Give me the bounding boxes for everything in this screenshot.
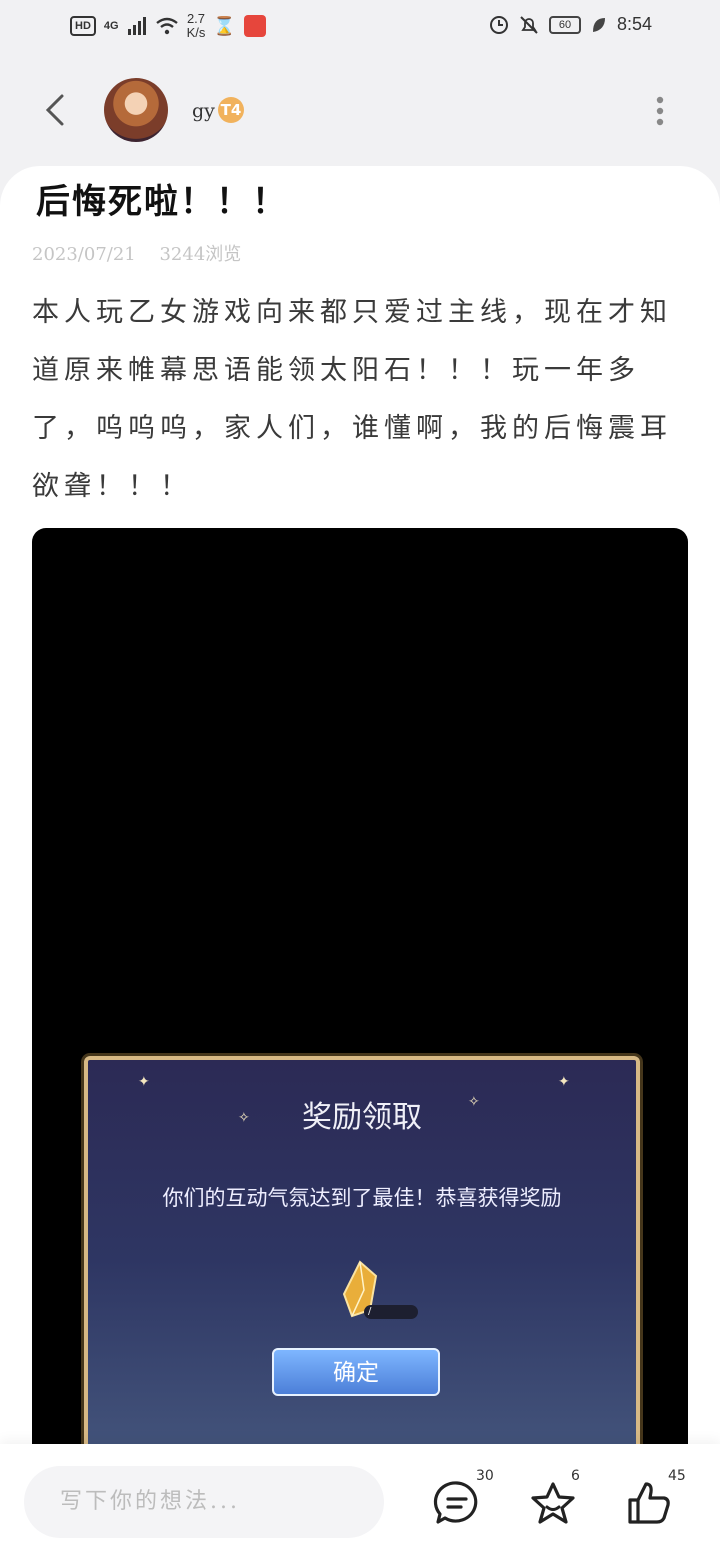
network-indicator: 4G — [103, 20, 119, 32]
wifi-icon — [155, 17, 178, 35]
post-body: 本人玩乙女游戏向来都只爱过主线，现在才知道原来帷幕思语能领太阳石！！！玩一年多了… — [32, 297, 672, 502]
bottom-action-bar: 写下你的想法... 30 6 45 — [0, 1444, 720, 1560]
chevron-left-icon — [45, 94, 64, 126]
favorite-button[interactable] — [528, 1478, 578, 1528]
dialog-message: 你们的互动气氛达到了最佳！恭喜获得奖励 — [162, 1187, 562, 1210]
level-badge: T4 — [218, 97, 244, 123]
comment-button[interactable] — [432, 1478, 482, 1528]
speed-unit: K/s — [186, 25, 206, 40]
confirm-button[interactable]: 确定 — [272, 1348, 440, 1396]
comment-icon — [433, 1481, 478, 1524]
hourglass-icon: ⌛ — [213, 15, 236, 36]
post-title: 后悔死啦！！！ — [36, 182, 288, 222]
post-image[interactable]: ✦ ✧ ✧ ✦ 奖励领取 你们的互动气氛达到了最佳！恭喜获得奖励 / 确定 — [32, 528, 688, 1458]
mute-icon — [520, 15, 538, 34]
sparkle-icon: ✦ — [558, 1074, 570, 1090]
post-meta: 2023/07/21 3244浏览 — [32, 240, 259, 266]
reward-count: / — [364, 1305, 418, 1319]
clock: 8:54 — [616, 14, 652, 34]
more-options-button[interactable] — [654, 96, 666, 126]
data-saver-icon — [489, 15, 508, 34]
favorite-count: 6 — [571, 1468, 580, 1484]
post-card: 后悔死啦！！！ 2023/07/21 3244浏览 本人玩乙女游戏向来都只爱过主… — [0, 166, 720, 1458]
post-header: gy T4 — [0, 70, 720, 150]
sparkle-icon: ✦ — [138, 1074, 150, 1090]
comment-input[interactable]: 写下你的想法... — [24, 1466, 384, 1538]
network-speed: 2.7 K/s — [187, 12, 206, 40]
avatar[interactable] — [104, 78, 168, 142]
signal-icon — [127, 17, 146, 35]
speed-value: 2.7 — [186, 11, 206, 26]
status-left: HD 4G 2.7 K/s ⌛ — [70, 12, 266, 40]
view-count: 3244浏览 — [159, 244, 242, 265]
app-notification-icon — [243, 15, 266, 37]
battery-indicator: 60 — [548, 15, 581, 34]
back-button[interactable] — [40, 90, 70, 130]
dialog-title: 奖励领取 — [302, 1101, 422, 1134]
status-right: 60 8:54 — [489, 14, 652, 35]
comment-count: 30 — [476, 1468, 494, 1484]
status-bar: HD 4G 2.7 K/s ⌛ 60 8:54 — [0, 0, 720, 60]
post-date: 2023/07/21 — [32, 244, 136, 265]
more-vertical-icon — [656, 96, 664, 126]
game-reward-dialog: ✦ ✧ ✧ ✦ 奖励领取 你们的互动气氛达到了最佳！恭喜获得奖励 / 确定 — [84, 1056, 640, 1458]
star-icon — [531, 1482, 575, 1524]
thumbs-up-icon — [628, 1482, 670, 1524]
hd-indicator: HD — [70, 16, 96, 36]
like-count: 45 — [668, 1468, 686, 1484]
like-button[interactable] — [624, 1478, 674, 1528]
leaf-icon — [592, 17, 605, 32]
author-name[interactable]: gy — [192, 100, 215, 122]
